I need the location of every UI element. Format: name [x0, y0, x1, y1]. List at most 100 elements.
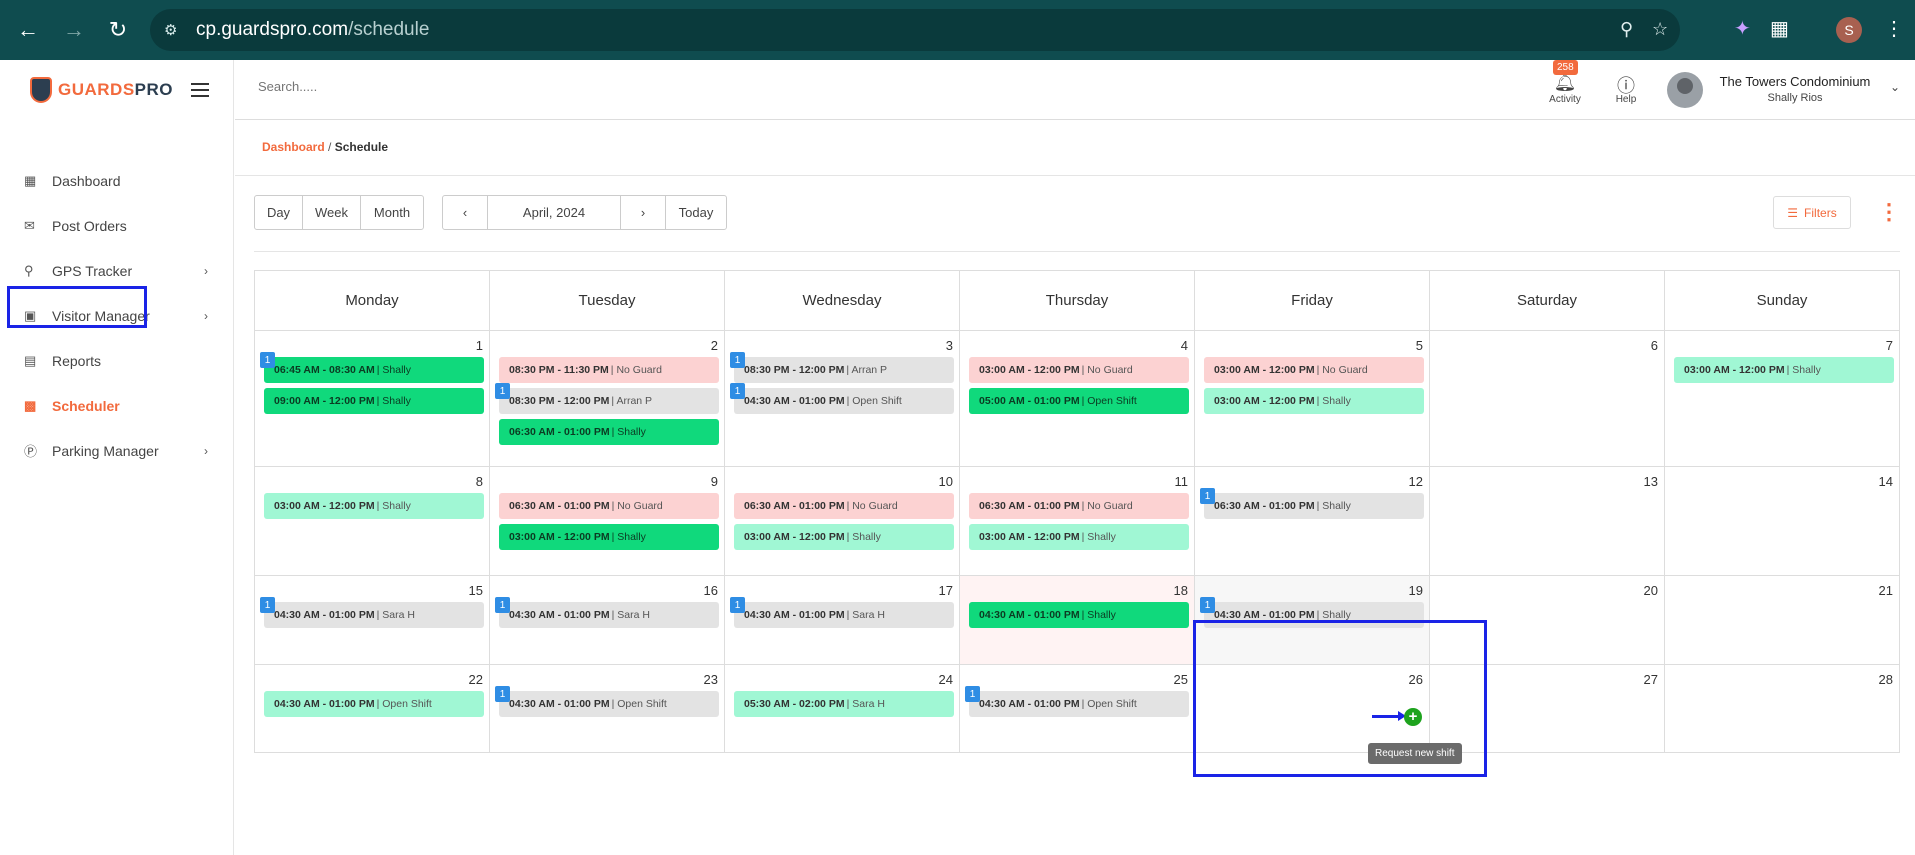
back-arrow-icon[interactable]: ← — [12, 14, 44, 46]
shift-event[interactable]: 1 04:30 AM - 01:00 PM | Open Shift — [965, 686, 1189, 717]
day-cell-15[interactable]: 15 1 04:30 AM - 01:00 PM | Sara H — [255, 576, 490, 664]
shift-event[interactable]: 06:30 AM - 01:00 PM | No Guard — [499, 493, 719, 519]
shift-event[interactable]: 03:00 AM - 12:00 PM | No Guard — [1204, 357, 1424, 383]
day-cell-25[interactable]: 25 1 04:30 AM - 01:00 PM | Open Shift — [960, 665, 1195, 752]
breadcrumb-current: Schedule — [334, 140, 389, 154]
day-cell-11[interactable]: 11 06:30 AM - 01:00 PM | No Guard 03:00 AM … — [960, 467, 1195, 575]
shift-event[interactable]: 06:30 AM - 01:00 PM | No Guard — [734, 493, 954, 519]
forward-arrow-icon[interactable]: → — [58, 14, 90, 46]
site-settings-icon[interactable]: ⚙ — [164, 21, 186, 39]
shift-event[interactable]: 05:00 AM - 01:00 PM | Open Shift — [969, 388, 1189, 414]
shift-assignee: | Arran P — [611, 395, 653, 407]
shift-event[interactable]: 04:30 AM - 01:00 PM | Open Shift — [264, 691, 484, 717]
shift-event[interactable]: 09:00 AM - 12:00 PM | Shally — [264, 388, 484, 414]
day-number: 17 — [938, 583, 953, 598]
bookmark-star-icon[interactable]: ☆ — [1652, 19, 1668, 40]
sidebar-item-parking-manager[interactable]: Ⓟ Parking Manager › — [0, 428, 234, 473]
day-cell-3[interactable]: 3 1 08:30 PM - 12:00 PM | Arran P 1 04:30 AM … — [725, 331, 960, 466]
day-cell-12[interactable]: 12 1 06:30 AM - 01:00 PM | Shally — [1195, 467, 1430, 575]
feather-extension-icon[interactable]: ✦ — [1734, 16, 1751, 41]
shift-event[interactable]: 06:30 AM - 01:00 PM | No Guard — [969, 493, 1189, 519]
today-button[interactable]: Today — [666, 196, 726, 229]
view-month-button[interactable]: Month — [361, 196, 423, 229]
shift-event[interactable]: 08:30 PM - 11:30 PM | No Guard — [499, 357, 719, 383]
shift-event[interactable]: 03:00 AM - 12:00 PM | Shally — [1674, 357, 1894, 383]
shift-event[interactable]: 1 08:30 PM - 12:00 PM | Arran P — [495, 383, 719, 414]
reload-icon[interactable]: ↻ — [102, 14, 134, 46]
day-cell-1[interactable]: 1 1 06:45 AM - 08:30 AM | Shally 09:00 AM - … — [255, 331, 490, 466]
shift-event[interactable]: 03:00 AM - 12:00 PM | Shally — [1204, 388, 1424, 414]
day-cell-17[interactable]: 17 1 04:30 AM - 01:00 PM | Sara H — [725, 576, 960, 664]
brand-logo[interactable]: GUARDSPRO — [30, 77, 173, 103]
search-input[interactable] — [258, 79, 558, 94]
day-cell-6[interactable]: 6 — [1430, 331, 1665, 466]
toolbar-divider — [254, 251, 1900, 252]
grid-icon: ▦ — [24, 172, 37, 188]
sidebar-item-dashboard[interactable]: ▦ Dashboard — [0, 158, 234, 203]
filters-button[interactable]: ☰ Filters — [1773, 196, 1851, 229]
day-cell-9[interactable]: 9 06:30 AM - 01:00 PM | No Guard 03:00 AM -… — [490, 467, 725, 575]
shift-event[interactable]: 1 04:30 AM - 01:00 PM | Sara H — [260, 597, 484, 628]
user-avatar[interactable] — [1667, 72, 1703, 108]
day-cell-21[interactable]: 21 — [1665, 576, 1900, 664]
zoom-icon[interactable]: ⚲ — [1620, 19, 1633, 40]
day-cell-24[interactable]: 24 05:30 AM - 02:00 PM | Sara H — [725, 665, 960, 752]
browser-menu-icon[interactable]: ⋮ — [1884, 16, 1904, 41]
view-week-button[interactable]: Week — [303, 196, 361, 229]
weekday-tuesday: Tuesday — [490, 271, 725, 331]
shift-event[interactable]: 1 04:30 AM - 01:00 PM | Sara H — [730, 597, 954, 628]
day-cell-28[interactable]: 28 — [1665, 665, 1900, 752]
shift-event[interactable]: 1 08:30 PM - 12:00 PM | Arran P — [730, 352, 954, 383]
day-cell-5[interactable]: 5 03:00 AM - 12:00 PM | No Guard 03:00 AM -… — [1195, 331, 1430, 466]
sidebar-item-reports[interactable]: ▤ Reports — [0, 338, 234, 383]
hamburger-menu-icon[interactable] — [191, 83, 209, 97]
next-period-button[interactable]: › — [621, 196, 666, 229]
day-cell-23[interactable]: 23 1 04:30 AM - 01:00 PM | Open Shift — [490, 665, 725, 752]
organization-name[interactable]: The Towers Condominium — [1710, 74, 1880, 89]
sidebar-item-scheduler[interactable]: ▩ Scheduler — [0, 383, 234, 428]
shift-event[interactable]: 03:00 AM - 12:00 PM | Shally — [734, 524, 954, 550]
chevron-left-icon: ‹ — [462, 205, 468, 220]
day-cell-14[interactable]: 14 — [1665, 467, 1900, 575]
shift-event[interactable]: 03:00 AM - 12:00 PM | Shally — [969, 524, 1189, 550]
day-number: 24 — [938, 672, 953, 687]
shift-event[interactable]: 06:30 AM - 01:00 PM | Shally — [499, 419, 719, 445]
help-button[interactable]: ⓘ Help — [1606, 72, 1646, 105]
day-cell-13[interactable]: 13 — [1430, 467, 1665, 575]
day-cell-10[interactable]: 10 06:30 AM - 01:00 PM | No Guard 03:00 AM … — [725, 467, 960, 575]
breadcrumb-dashboard-link[interactable]: Dashboard — [262, 140, 325, 154]
day-cell-8[interactable]: 8 03:00 AM - 12:00 PM | Shally — [255, 467, 490, 575]
day-cell-4[interactable]: 4 03:00 AM - 12:00 PM | No Guard 05:00 AM -… — [960, 331, 1195, 466]
chevron-down-icon[interactable]: ⌄ — [1890, 80, 1900, 94]
shift-event[interactable]: 1 04:30 AM - 01:00 PM | Open Shift — [730, 383, 954, 414]
shift-event[interactable]: 1 06:30 AM - 01:00 PM | Shally — [1200, 488, 1424, 519]
add-shift-button[interactable]: + — [1404, 708, 1422, 726]
day-cell-16[interactable]: 16 1 04:30 AM - 01:00 PM | Sara H — [490, 576, 725, 664]
more-options-icon[interactable]: ⋮ — [1878, 200, 1900, 224]
period-navigator: ‹ April, 2024 › Today — [442, 195, 727, 230]
day-cell-18[interactable]: 18 04:30 AM - 01:00 PM | Shally — [960, 576, 1195, 664]
view-day-button[interactable]: Day — [255, 196, 303, 229]
shift-event[interactable]: 03:00 AM - 12:00 PM | Shally — [499, 524, 719, 550]
previous-period-button[interactable]: ‹ — [443, 196, 488, 229]
activity-button[interactable]: 🔔︎ Activity — [1540, 72, 1590, 105]
sidebar-item-post-orders[interactable]: ✉ Post Orders — [0, 203, 234, 248]
profile-avatar[interactable]: S — [1836, 17, 1862, 43]
shift-event[interactable]: 1 04:30 AM - 01:00 PM | Sara H — [495, 597, 719, 628]
day-cell-2[interactable]: 2 08:30 PM - 11:30 PM | No Guard 1 08:30 PM … — [490, 331, 725, 466]
pointer-arrow — [1372, 711, 1406, 721]
address-bar[interactable]: ⚙ cp.guardspro.com/schedule ⚲ ☆ — [150, 9, 1680, 51]
shift-event[interactable]: 05:30 AM - 02:00 PM | Sara H — [734, 691, 954, 717]
extensions-puzzle-icon[interactable]: ▦ — [1770, 16, 1789, 41]
day-number: 20 — [1643, 583, 1658, 598]
day-cell-22[interactable]: 22 04:30 AM - 01:00 PM | Open Shift — [255, 665, 490, 752]
shift-event[interactable]: 04:30 AM - 01:00 PM | Shally — [969, 602, 1189, 628]
shift-event[interactable]: 1 04:30 AM - 01:00 PM | Open Shift — [495, 686, 719, 717]
user-name[interactable]: Shally Rios — [1710, 92, 1880, 104]
shift-event[interactable]: 1 06:45 AM - 08:30 AM | Shally — [260, 352, 484, 383]
shift-event[interactable]: 03:00 AM - 12:00 PM | Shally — [264, 493, 484, 519]
day-cell-7[interactable]: 7 03:00 AM - 12:00 PM | Shally — [1665, 331, 1900, 466]
shift-event[interactable]: 03:00 AM - 12:00 PM | No Guard — [969, 357, 1189, 383]
url-text[interactable]: cp.guardspro.com/schedule — [196, 19, 429, 41]
shift-assignee: | No Guard — [1081, 364, 1133, 376]
